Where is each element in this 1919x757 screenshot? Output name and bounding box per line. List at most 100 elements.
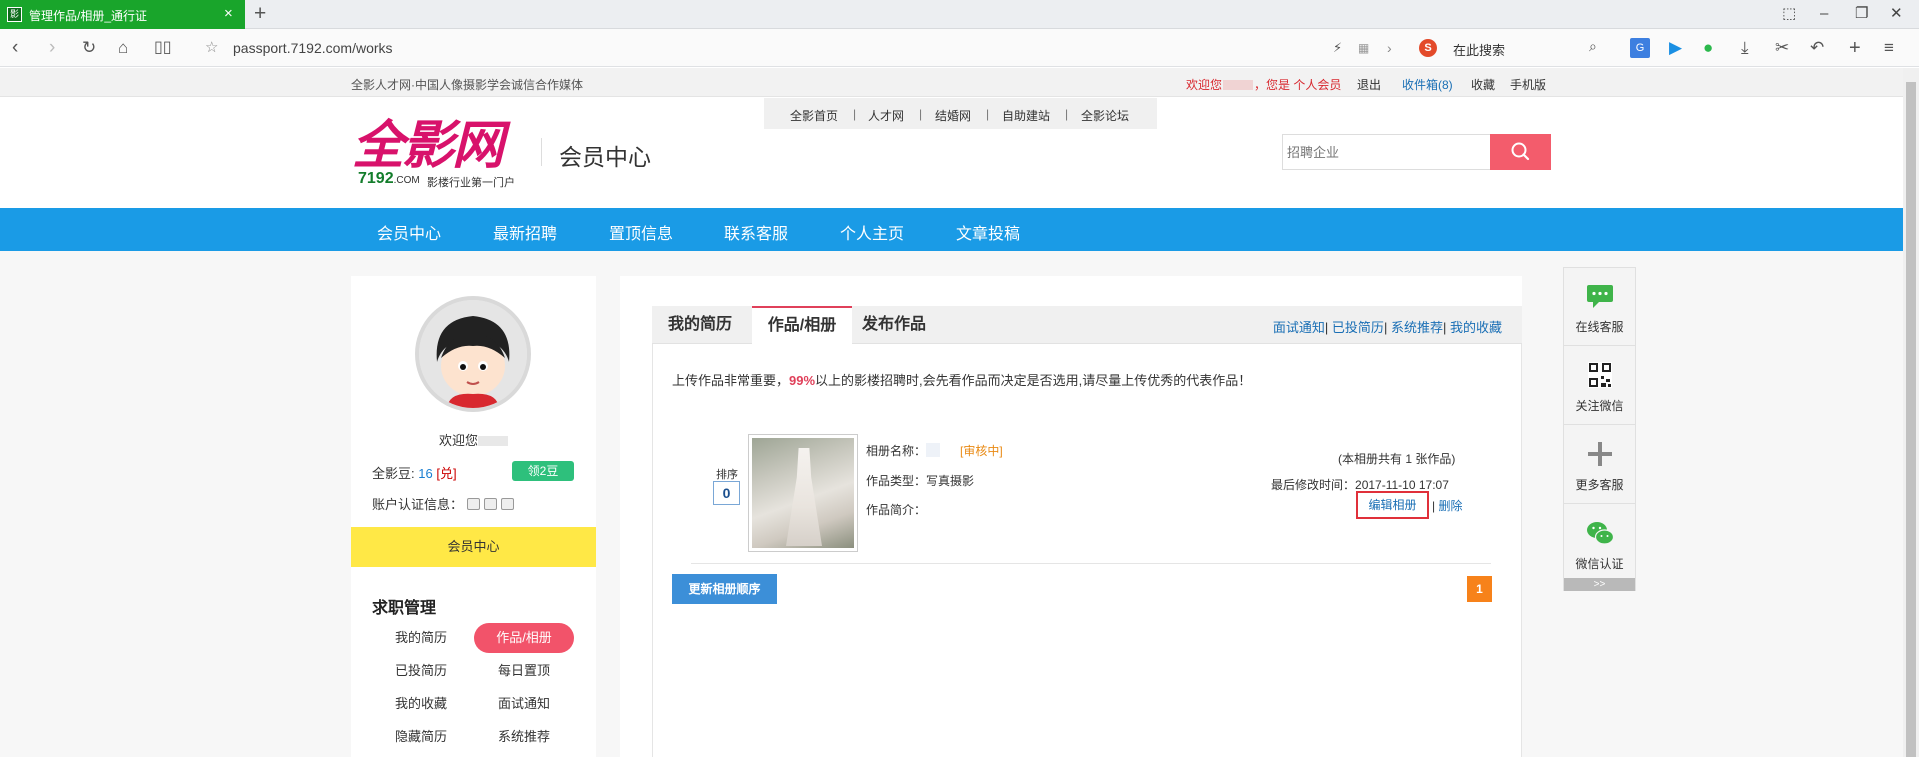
sidebar-works-album[interactable]: 作品/相册 [474, 623, 574, 653]
chat-bubble-icon[interactable]: ● [1703, 38, 1713, 58]
subnav-wedding[interactable]: 结婚网 [935, 107, 971, 124]
sogou-logo-icon: S [1419, 39, 1437, 57]
delete-label[interactable]: 删除 [1438, 499, 1462, 513]
sort-label: 排序 [716, 469, 738, 481]
quick-system-recommend[interactable]: 系统推荐 [1391, 320, 1443, 335]
address-bar[interactable]: passport.7192.com/works [233, 40, 393, 56]
logo-tagline: 影楼行业第一门户 [427, 177, 515, 189]
bookmark-star-icon[interactable]: ☆ [205, 37, 218, 59]
subnav-home[interactable]: 全影首页 [790, 107, 838, 124]
float-wechat-cert[interactable]: 微信认证 [1564, 505, 1635, 583]
back-icon[interactable]: ‹ [12, 37, 18, 59]
quick-interview-notice[interactable]: 面试通知 [1273, 320, 1325, 335]
nav-article-submit[interactable]: 文章投稿 [956, 220, 1020, 244]
float-label: 在线客服 [1575, 320, 1624, 334]
grid-icon[interactable]: ▦ [1358, 38, 1369, 58]
browser-search-box[interactable]: S 在此搜索 ⌕ [1413, 36, 1603, 60]
play-icon[interactable]: ▶ [1669, 38, 1682, 58]
nav-personal-home[interactable]: 个人主页 [840, 220, 904, 244]
site-logo[interactable]: 全影网 7192.COM 影楼行业第一门户 [352, 118, 522, 193]
wechat-cert-icon[interactable] [501, 498, 515, 510]
page-title: 会员中心 [559, 144, 651, 170]
home-icon[interactable]: ⌂ [118, 37, 128, 59]
nav-top-info[interactable]: 置顶信息 [609, 220, 673, 244]
phone-cert-icon[interactable] [484, 498, 498, 510]
logo-domain-number: 7192 [358, 170, 394, 187]
welcome-label: 欢迎您 [1186, 78, 1223, 92]
restore-window-icon[interactable]: ❐ [1855, 4, 1868, 24]
sidebar-my-resume[interactable]: 我的简历 [371, 623, 471, 653]
subnav-talent[interactable]: 人才网 [868, 107, 904, 124]
sidebar-hidden-resume[interactable]: 隐藏简历 [371, 722, 471, 752]
get-beans-button[interactable]: 领2豆 [512, 461, 574, 481]
album-name: 相册名称： [审核中] [866, 442, 1003, 459]
subnav-separator: | [1065, 107, 1069, 121]
reading-mode-icon[interactable]: ▯▯ [154, 37, 172, 59]
menu-icon[interactable]: ≡ [1884, 38, 1894, 58]
tab-works-album[interactable]: 作品/相册 [752, 306, 852, 345]
float-follow-wechat[interactable]: 关注微信 [1564, 347, 1635, 425]
favorites-link[interactable]: 收藏 [1471, 76, 1495, 93]
translate-icon[interactable]: G [1630, 38, 1650, 58]
sidebar-daily-top[interactable]: 每日置顶 [474, 656, 574, 686]
sidebar-interview-notice[interactable]: 面试通知 [474, 689, 574, 719]
logo-wordmark: 全影网 [352, 115, 504, 176]
minimize-window-icon[interactable]: – [1820, 4, 1828, 24]
tab-publish-works[interactable]: 发布作品 [862, 306, 952, 344]
notice-highlight: 99% [789, 373, 816, 388]
avatar[interactable] [415, 296, 531, 412]
download-icon[interactable]: ⤓ [1741, 38, 1749, 58]
inbox-link[interactable]: 收件箱(8) [1402, 76, 1453, 93]
subnav-separator: | [986, 107, 990, 121]
subnav-separator: | [919, 107, 923, 121]
tab-my-resume[interactable]: 我的简历 [652, 306, 750, 344]
sidebar-submitted-resumes[interactable]: 已投简历 [371, 656, 471, 686]
favorites-manager-icon[interactable]: ⬚ [1782, 4, 1796, 24]
wedding-photo-image [752, 438, 854, 548]
subnav-separator: | [853, 107, 857, 121]
quick-my-favorites[interactable]: 我的收藏 [1450, 320, 1502, 335]
sidebar-system-recommend[interactable]: 系统推荐 [474, 722, 574, 752]
subnav-site-builder[interactable]: 自助建站 [1002, 107, 1050, 124]
nav-latest-jobs[interactable]: 最新招聘 [493, 220, 557, 244]
float-expand-button[interactable]: >> [1564, 578, 1635, 591]
chevron-right-icon[interactable]: › [1387, 38, 1392, 58]
lightning-icon[interactable]: ⚡ [1333, 38, 1342, 58]
subnav-forum[interactable]: 全影论坛 [1081, 107, 1129, 124]
site-search-input[interactable] [1287, 140, 1477, 164]
member-sidebar: 欢迎您 全影豆: 16 [兑] 领2豆 账户认证信息： 会员中心 求职管理 我的… [351, 276, 596, 757]
search-icon[interactable]: ⌕ [1589, 38, 1597, 55]
scrollbar-thumb[interactable] [1906, 82, 1916, 757]
new-tab-button[interactable]: + [254, 3, 266, 25]
quick-submitted-resumes[interactable]: 已投简历 [1332, 320, 1384, 335]
pagination-current-page[interactable]: 1 [1467, 576, 1492, 602]
undo-icon[interactable]: ↶ [1810, 38, 1824, 58]
mobile-link[interactable]: 手机版 [1510, 76, 1546, 93]
search-icon [1511, 142, 1530, 161]
forward-icon[interactable]: › [49, 37, 55, 59]
sidebar-my-favorites[interactable]: 我的收藏 [371, 689, 471, 719]
float-more-service[interactable]: 更多客服 [1564, 426, 1635, 504]
float-online-service[interactable]: 在线客服 [1564, 268, 1635, 346]
sort-order-input[interactable]: 0 [713, 481, 740, 505]
delete-album-link[interactable]: | 删除 [1432, 497, 1462, 514]
reload-icon[interactable]: ↻ [82, 37, 96, 59]
album-divider [691, 563, 1491, 564]
close-tab-icon[interactable]: × [224, 5, 233, 22]
id-cert-icon[interactable] [467, 498, 481, 510]
logout-link[interactable]: 退出 [1357, 76, 1381, 93]
album-thumbnail[interactable] [748, 434, 858, 552]
scissors-icon[interactable]: ✂ [1775, 38, 1789, 58]
close-window-icon[interactable]: ✕ [1890, 4, 1903, 24]
nav-customer-service[interactable]: 联系客服 [724, 220, 788, 244]
update-album-order-button[interactable]: 更新相册顺序 [672, 574, 777, 604]
edit-album-link[interactable]: 编辑相册 [1356, 491, 1429, 519]
notice-text: 上传作品非常重要， [672, 373, 790, 388]
site-search-button[interactable] [1490, 134, 1551, 170]
nav-member-center[interactable]: 会员中心 [377, 220, 441, 244]
plus-icon [1588, 442, 1612, 466]
browser-tab-active[interactable]: 影 管理作品/相册_通行证 × [0, 0, 245, 29]
member-center-bar[interactable]: 会员中心 [351, 527, 596, 567]
beans-redeem-link[interactable]: 兑 [440, 466, 453, 481]
plus-icon[interactable]: + [1849, 38, 1861, 58]
